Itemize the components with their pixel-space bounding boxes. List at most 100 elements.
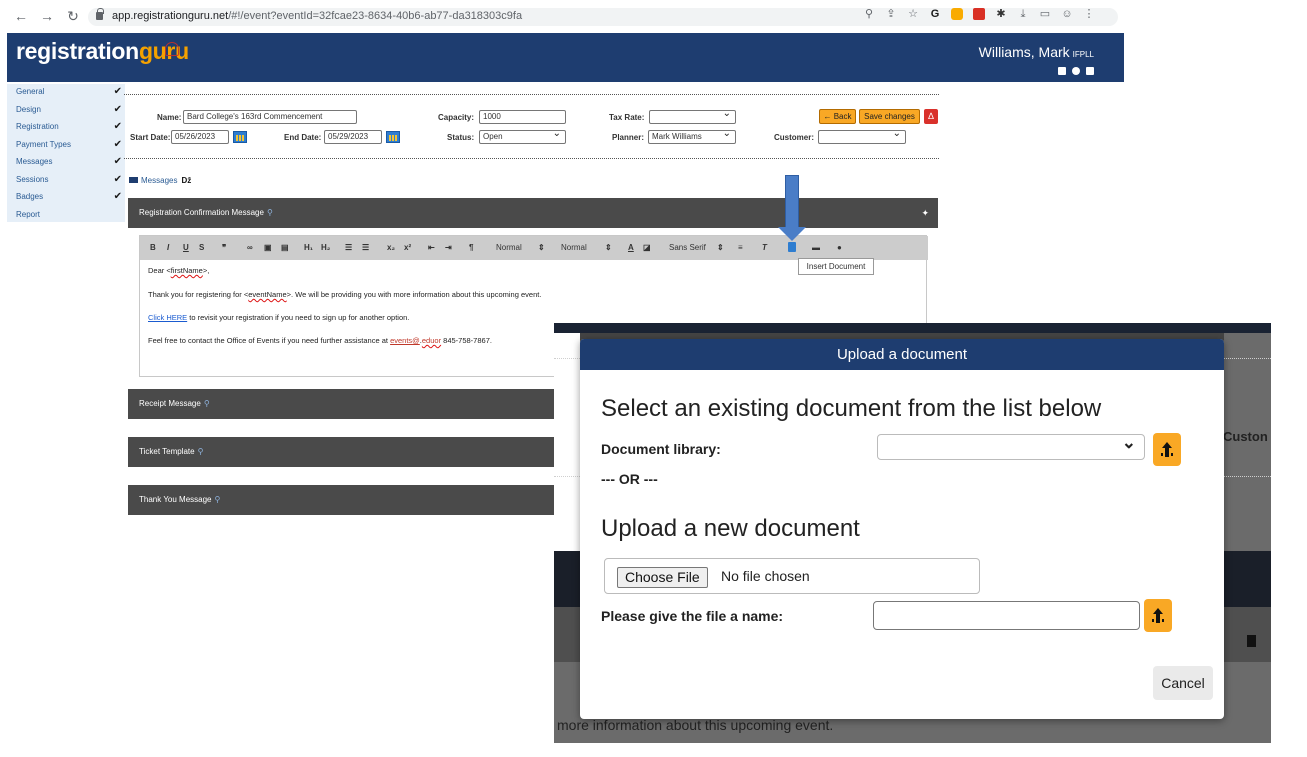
menu-icon[interactable]: ⋮ bbox=[1083, 8, 1095, 20]
insert-document-icon[interactable] bbox=[788, 242, 796, 252]
sidebar-item-messages[interactable]: Messages ✔ bbox=[7, 154, 125, 172]
file-input[interactable]: Choose File No file chosen bbox=[604, 558, 980, 594]
or-separator: --- OR --- bbox=[601, 471, 658, 487]
puzzle-icon[interactable]: ✱ bbox=[995, 8, 1007, 20]
profile-icon[interactable]: ☺ bbox=[1061, 8, 1073, 20]
start-date-input[interactable]: 05/26/2023 bbox=[171, 130, 229, 144]
rtl-icon[interactable]: ¶ bbox=[469, 243, 473, 252]
share-icon[interactable]: ⇪ bbox=[885, 8, 897, 20]
subscript-icon[interactable]: x₂ bbox=[387, 243, 395, 252]
planner-select[interactable]: Mark Williams bbox=[648, 128, 736, 144]
sidebar-item-badges[interactable]: Badges ✔ bbox=[7, 189, 125, 207]
comment-icon[interactable]: ▬ bbox=[812, 243, 820, 252]
bold-icon[interactable]: B bbox=[150, 243, 156, 252]
zoom-icon[interactable]: ⚲ bbox=[863, 8, 875, 20]
choose-file-button[interactable]: Choose File bbox=[617, 567, 708, 588]
gear-icon[interactable] bbox=[1072, 67, 1080, 75]
indent-icon[interactable]: ⇥ bbox=[445, 243, 452, 252]
image-icon[interactable]: ▣ bbox=[264, 243, 272, 252]
name-label: Name: bbox=[157, 113, 182, 122]
messages-link[interactable]: Messages ǅ bbox=[129, 176, 191, 185]
background-color-icon[interactable]: ◪ bbox=[643, 243, 651, 252]
delete-event-button[interactable]: ∆ bbox=[924, 109, 938, 124]
cancel-button[interactable]: Cancel bbox=[1153, 666, 1213, 700]
circle-icon[interactable]: ● bbox=[837, 243, 842, 252]
align-icon[interactable]: ≡ bbox=[738, 243, 743, 252]
font-select[interactable]: Sans Serif bbox=[669, 243, 706, 252]
header1-icon[interactable]: H₁ bbox=[304, 243, 313, 252]
clear-format-icon[interactable]: T bbox=[762, 243, 767, 252]
upload-new-button[interactable] bbox=[1144, 599, 1172, 632]
binoculars-icon[interactable]: ǅ bbox=[181, 176, 191, 185]
bullet-list-icon[interactable]: ☰ bbox=[362, 243, 369, 252]
lock-icon bbox=[96, 8, 104, 20]
zoom-background bbox=[554, 333, 580, 551]
sidebar-item-registration[interactable]: Registration ✔ bbox=[7, 119, 125, 137]
bookmark-star-icon[interactable]: ☆ bbox=[907, 8, 919, 20]
capacity-input[interactable]: 1000 bbox=[479, 110, 566, 124]
header2-icon[interactable]: H₂ bbox=[321, 243, 330, 252]
back-button[interactable]: ← Back bbox=[819, 109, 856, 124]
customer-label-zoom: Custon bbox=[1223, 429, 1268, 444]
greeting-line: Dear <firstName>, bbox=[148, 266, 210, 275]
size-select-1[interactable]: Normal bbox=[496, 243, 522, 252]
italic-icon[interactable]: I bbox=[167, 243, 169, 252]
sidepanel-icon[interactable]: ▭ bbox=[1039, 8, 1051, 20]
divider bbox=[554, 476, 580, 477]
sidebar-item-payment-types[interactable]: Payment Types ✔ bbox=[7, 137, 125, 155]
ordered-list-icon[interactable]: ☰ bbox=[345, 243, 352, 252]
upload-existing-button[interactable] bbox=[1153, 433, 1181, 466]
bookmark-icon[interactable] bbox=[1058, 67, 1066, 75]
sidebar-item-general[interactable]: General ✔ bbox=[7, 84, 125, 102]
grammarly-icon[interactable]: G bbox=[929, 8, 941, 20]
document-icon bbox=[1247, 635, 1256, 647]
tax-rate-select[interactable] bbox=[649, 108, 736, 124]
superscript-icon[interactable]: x² bbox=[404, 243, 411, 252]
user-name[interactable]: Williams, Mark IFPLL bbox=[979, 44, 1094, 60]
panel-registration-confirmation[interactable]: Registration Confirmation Message ⚲ ✦ bbox=[128, 198, 938, 228]
underline-icon[interactable]: U bbox=[183, 243, 189, 252]
size-select-2[interactable]: Normal bbox=[561, 243, 587, 252]
extension-icon[interactable] bbox=[951, 8, 963, 20]
body-line-1: Thank you for registering for <eventName… bbox=[148, 290, 542, 299]
calendar-icon[interactable] bbox=[233, 131, 247, 143]
font-color-icon[interactable]: A bbox=[628, 243, 634, 252]
forward-arrow-icon[interactable]: → bbox=[40, 9, 54, 23]
pdf-extension-icon[interactable] bbox=[973, 8, 985, 20]
sidebar-item-report[interactable]: Report bbox=[7, 207, 125, 225]
quote-icon[interactable]: ❞ bbox=[222, 243, 226, 252]
search-icon[interactable]: ⚲ bbox=[204, 399, 210, 408]
reload-icon[interactable]: ↻ bbox=[66, 9, 80, 23]
file-name-input[interactable] bbox=[873, 601, 1140, 630]
sidebar-item-sessions[interactable]: Sessions ✔ bbox=[7, 172, 125, 190]
download-icon[interactable]: ⤓ bbox=[1017, 8, 1029, 20]
customer-select[interactable] bbox=[818, 128, 906, 144]
logout-icon[interactable] bbox=[1086, 67, 1094, 75]
zoom-header-strip bbox=[554, 323, 1271, 333]
end-date-label: End Date: bbox=[284, 133, 322, 142]
editor-toolbar: B I U S ❞ ∞ ▣ ▤ H₁ H₂ ☰ ☰ x₂ x² ⇤ ⇥ ¶ No… bbox=[140, 236, 928, 260]
event-name-input[interactable]: Bard College's 163rd Commencement bbox=[183, 110, 357, 124]
link-icon[interactable]: ∞ bbox=[247, 243, 253, 252]
sidebar-item-design[interactable]: Design ✔ bbox=[7, 102, 125, 120]
chevron-updown-icon[interactable]: ⇕ bbox=[605, 243, 612, 252]
end-date-input[interactable]: 05/29/2023 bbox=[324, 130, 382, 144]
click-here-link[interactable]: Click HERE bbox=[148, 313, 187, 322]
url-text[interactable]: app.registrationguru.net/#!/event?eventI… bbox=[112, 10, 522, 22]
app-logo[interactable]: registrationguru bbox=[16, 38, 189, 65]
chevron-updown-icon[interactable]: ⇕ bbox=[717, 243, 724, 252]
save-changes-button[interactable]: Save changes bbox=[859, 109, 920, 124]
zoom-body-text: more information about this upcoming eve… bbox=[557, 717, 834, 733]
calendar-icon[interactable] bbox=[386, 131, 400, 143]
search-icon[interactable]: ⚲ bbox=[215, 495, 221, 504]
status-select[interactable]: Open bbox=[479, 128, 566, 144]
search-icon[interactable]: ⚲ bbox=[267, 208, 273, 217]
strike-icon[interactable]: S bbox=[199, 243, 204, 252]
search-icon[interactable]: ⚲ bbox=[198, 447, 204, 456]
chevron-updown-icon[interactable]: ⇕ bbox=[538, 243, 545, 252]
plus-icon[interactable]: ✦ bbox=[921, 198, 929, 228]
document-library-select[interactable] bbox=[877, 433, 1145, 460]
video-icon[interactable]: ▤ bbox=[281, 243, 289, 252]
back-arrow-icon[interactable]: ← bbox=[14, 9, 28, 23]
outdent-icon[interactable]: ⇤ bbox=[428, 243, 435, 252]
